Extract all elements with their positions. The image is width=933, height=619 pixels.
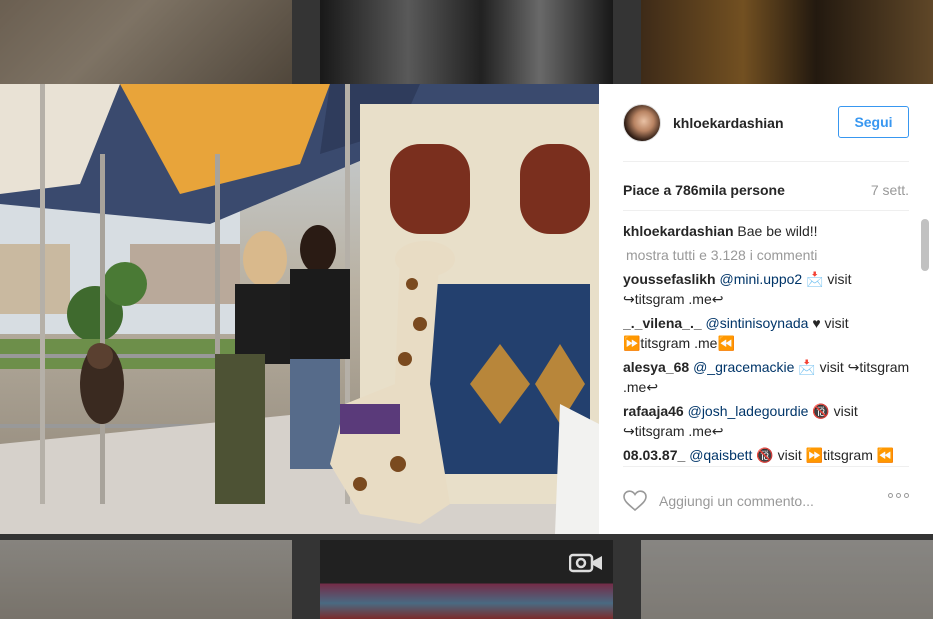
comment-username[interactable]: rafaaja46 xyxy=(623,403,684,419)
comment-item: rafaaja46 @josh_ladegourdie 🔞 visit ↪tit… xyxy=(623,401,911,441)
avatar[interactable] xyxy=(623,103,661,142)
comment-item: alesya_68 @_gracemackie 📩 visit ↪titsgra… xyxy=(623,357,911,397)
likes-row: Piace a 786mila persone 7 sett. xyxy=(623,179,909,201)
caption-text: Bae be wild!! xyxy=(737,223,818,239)
comment-username[interactable]: alesya_68 xyxy=(623,359,689,375)
comments-scrollbar[interactable] xyxy=(921,219,929,459)
comment-mention[interactable]: @_gracemackie xyxy=(693,359,794,375)
caption-username[interactable]: khloekardashian xyxy=(623,223,734,239)
comment-text: 🔞 visit ⏩titsgram ⏪ xyxy=(752,447,895,463)
heart-icon[interactable] xyxy=(623,490,647,512)
comment-item: _._vilena_._ @sintinisoynada ♥ visit ⏩ti… xyxy=(623,313,911,353)
post-sidebar: khloekardashian Segui Piace a 786mila pe… xyxy=(599,84,933,534)
follow-button[interactable]: Segui xyxy=(838,106,909,138)
comment-username[interactable]: youssefaslikh xyxy=(623,271,716,287)
likes-count[interactable]: Piace a 786mila persone xyxy=(623,182,785,198)
comment-username[interactable]: 08.03.87_ xyxy=(623,447,685,463)
post-header: khloekardashian Segui xyxy=(623,84,909,162)
comment-item: youssefaslikh @mini.uppo2 📩 visit ↪titsg… xyxy=(623,269,911,309)
comment-mention[interactable]: @mini.uppo2 xyxy=(720,271,803,287)
comment-username[interactable]: _._vilena_._ xyxy=(623,315,702,331)
username-link[interactable]: khloekardashian xyxy=(673,115,784,131)
show-all-comments-link[interactable]: mostra tutti e 3.128 i commenti xyxy=(626,245,911,265)
scrollbar-thumb[interactable] xyxy=(921,219,929,271)
comment-input[interactable] xyxy=(657,492,881,510)
dot xyxy=(904,493,909,498)
dot xyxy=(896,493,901,498)
post-footer xyxy=(623,466,909,535)
post-modal: khloekardashian Segui Piace a 786mila pe… xyxy=(0,84,933,534)
caption: khloekardashian Bae be wild!! xyxy=(623,221,911,241)
dot xyxy=(888,493,893,498)
comment-mention[interactable]: @sintinisoynada xyxy=(706,315,809,331)
post-photo[interactable] xyxy=(0,84,599,534)
comment-item: 08.03.87_ @qaisbett 🔞 visit ⏩titsgram ⏪ xyxy=(623,445,911,464)
divider xyxy=(623,210,909,211)
comment-mention[interactable]: @qaisbett xyxy=(689,447,752,463)
post-timestamp[interactable]: 7 sett. xyxy=(871,182,909,198)
comment-mention[interactable]: @josh_ladegourdie xyxy=(688,403,809,419)
comments-list[interactable]: khloekardashian Bae be wild!! mostra tut… xyxy=(623,212,911,464)
video-camera-icon xyxy=(569,553,602,573)
more-options-icon[interactable] xyxy=(888,493,909,498)
carousel-photo xyxy=(0,84,599,534)
